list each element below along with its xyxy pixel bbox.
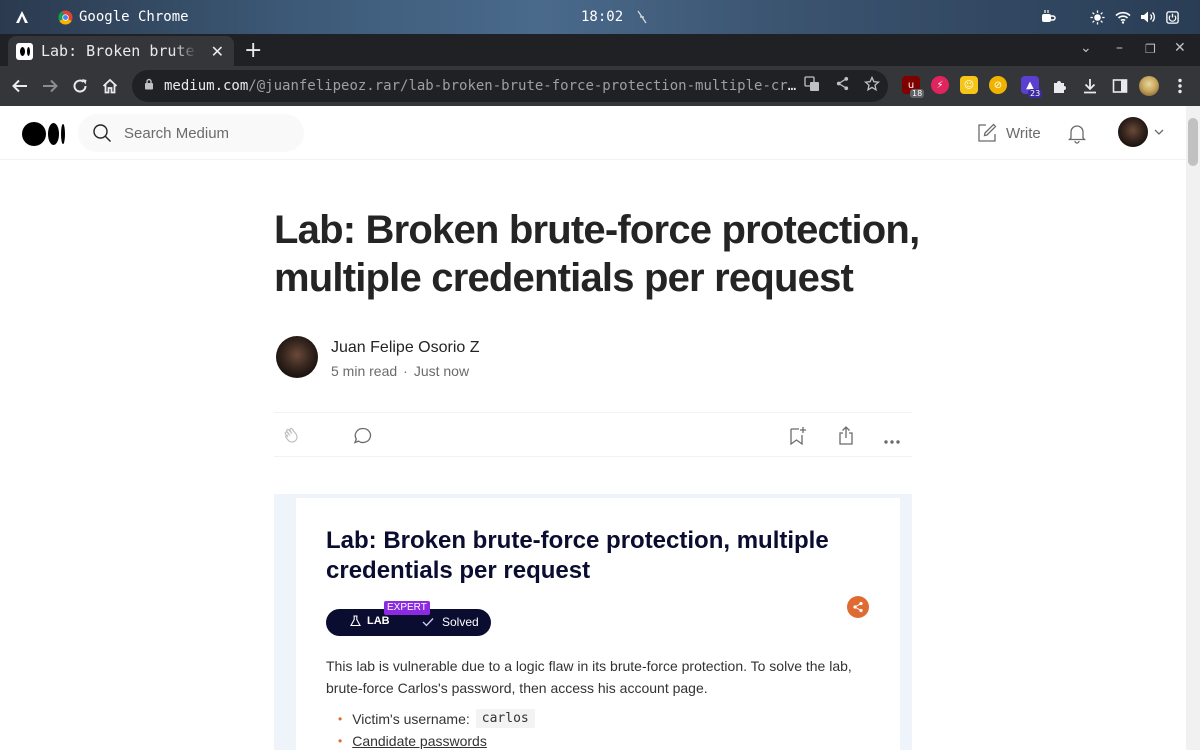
read-time: 5 min read — [331, 363, 398, 379]
list-item: • Candidate passwords — [338, 733, 487, 749]
lightning-icon[interactable]: ⚡ — [931, 76, 949, 94]
meta-separator: · — [403, 363, 408, 379]
dnd-icon[interactable] — [636, 0, 648, 34]
author-name[interactable]: Juan Felipe Osorio Z — [331, 339, 480, 357]
victim-label: Victim's username: — [352, 710, 470, 727]
side-panel-icon[interactable] — [1108, 74, 1132, 98]
chrome-menu-icon[interactable] — [1168, 74, 1192, 98]
comment-icon — [353, 427, 372, 444]
hat-badge: 23 — [1028, 89, 1043, 98]
bullet-icon: • — [338, 734, 343, 748]
chevron-down-icon — [1154, 129, 1164, 135]
back-button[interactable] — [8, 74, 32, 98]
address-bar[interactable]: medium.com/@juanfelipeoz.rar/lab-broken-… — [132, 70, 888, 102]
new-tab-button[interactable]: + — [244, 38, 262, 63]
reload-icon — [73, 79, 87, 93]
article-title: Lab: Broken brute-force protection, mult… — [274, 208, 920, 300]
checkmark-icon — [422, 618, 434, 627]
browser-tab[interactable]: Lab: Broken brute-force protection, mult… — [8, 36, 234, 66]
more-options-button[interactable] — [884, 431, 900, 449]
solved-status: Solved — [422, 615, 479, 629]
search-input[interactable]: Search Medium — [78, 114, 304, 152]
block-icon[interactable]: ⊘ — [989, 76, 1007, 94]
extensions-puzzle-icon[interactable] — [1048, 74, 1072, 98]
solved-label: Solved — [442, 615, 479, 629]
lab-pill-label: LAB — [350, 615, 390, 627]
more-dots-icon — [884, 440, 900, 444]
power-icon[interactable] — [1165, 0, 1180, 34]
translate-icon[interactable] — [804, 76, 820, 96]
chrome-icon — [58, 9, 73, 25]
browser-toolbar: medium.com/@juanfelipeoz.rar/lab-broken-… — [0, 66, 1200, 106]
tab-strip: Lab: Broken brute-force protection, mult… — [0, 34, 1200, 66]
active-app-name: Google Chrome — [79, 9, 189, 25]
volume-icon[interactable] — [1140, 0, 1156, 34]
share-icon — [839, 426, 853, 445]
write-label: Write — [1006, 124, 1041, 142]
notifications-bell-icon[interactable] — [1066, 122, 1088, 149]
lab-heading: Lab: Broken brute-force protection, mult… — [326, 527, 829, 584]
list-item: • Victim's username: carlos — [338, 709, 535, 728]
scrollbar-thumb[interactable] — [1188, 118, 1198, 166]
os-top-bar: Google Chrome 18:02 — [0, 0, 1200, 34]
face-icon[interactable]: ☺ — [960, 76, 978, 94]
url-text: medium.com/@juanfelipeoz.rar/lab-broken-… — [164, 78, 804, 94]
home-button[interactable] — [98, 74, 122, 98]
launcher-icon[interactable] — [14, 0, 30, 34]
write-icon — [978, 123, 997, 142]
clap-icon — [284, 427, 298, 443]
expert-level-badge: EXPERT — [384, 601, 430, 615]
chrome-app-indicator[interactable]: Google Chrome — [58, 0, 189, 34]
search-placeholder: Search Medium — [124, 124, 230, 142]
lab-share-icon — [847, 596, 869, 618]
publish-time: Just now — [413, 363, 470, 379]
lock-icon[interactable] — [144, 78, 154, 94]
tab-title: Lab: Broken brute-force protection, mult… — [41, 42, 197, 60]
coffee-icon[interactable] — [1040, 0, 1056, 34]
search-icon — [93, 124, 111, 142]
tab-search-icon[interactable]: ⌄ — [1080, 40, 1092, 56]
user-menu[interactable] — [1118, 117, 1164, 147]
write-button[interactable]: Write — [976, 122, 1041, 144]
maximize-icon[interactable]: ❐ — [1145, 42, 1156, 56]
flask-icon — [350, 615, 361, 627]
bullet-icon: • — [338, 711, 343, 726]
back-arrow-icon — [12, 79, 27, 93]
share-button[interactable] — [835, 425, 857, 452]
author-avatar[interactable] — [276, 336, 318, 378]
ublock-badge: 18 — [910, 89, 925, 98]
medium-logo-icon[interactable] — [22, 122, 65, 146]
forward-arrow-icon — [43, 79, 58, 93]
save-button[interactable] — [786, 425, 808, 452]
avatar — [1118, 117, 1148, 147]
url-path: /@juanfelipeoz.rar/lab-broken-brute-forc… — [248, 78, 804, 94]
profile-avatar-icon[interactable] — [1137, 74, 1161, 98]
article-meta: 5 min read · Just now — [331, 363, 469, 379]
url-host: medium.com — [164, 78, 249, 94]
medium-favicon-icon — [16, 42, 33, 60]
lab-label: LAB — [367, 615, 390, 627]
article-action-bar — [274, 412, 912, 457]
share-icon[interactable] — [835, 76, 850, 95]
medium-header: Search Medium Write — [0, 106, 1186, 160]
victim-username: carlos — [475, 709, 535, 728]
home-icon — [102, 78, 118, 94]
clap-button[interactable] — [282, 425, 304, 452]
bookmark-star-icon[interactable] — [863, 75, 881, 96]
brightness-icon[interactable] — [1090, 0, 1105, 34]
minimize-icon[interactable]: – — [1116, 40, 1123, 56]
download-icon[interactable] — [1078, 74, 1102, 98]
reload-button[interactable] — [68, 74, 92, 98]
tab-close-icon[interactable]: ✕ — [211, 42, 224, 61]
comment-button[interactable] — [352, 425, 374, 452]
window-close-icon[interactable]: ✕ — [1174, 40, 1186, 56]
lab-description: This lab is vulnerable due to a logic fl… — [326, 658, 852, 696]
clock[interactable]: 18:02 — [581, 0, 623, 34]
page-scrollbar[interactable] — [1186, 106, 1200, 750]
wifi-icon[interactable] — [1115, 0, 1131, 34]
bookmark-add-icon — [790, 427, 806, 446]
forward-button[interactable] — [38, 74, 62, 98]
candidate-passwords-link: Candidate passwords — [352, 733, 487, 749]
